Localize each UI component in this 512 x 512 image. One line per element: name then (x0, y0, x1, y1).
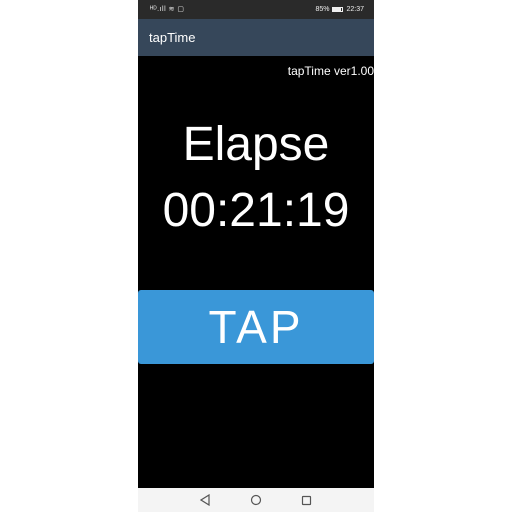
home-icon[interactable] (248, 492, 264, 508)
version-label: tapTime ver1.00 (287, 64, 374, 78)
phone-screen: ᴴᴰ.ıll ≋ ▢ 85% 22:37 tapTime tapTime ver… (138, 0, 374, 512)
status-right: 85% 22:37 (315, 0, 364, 19)
tap-button[interactable]: TAP (138, 290, 374, 364)
status-time: 22:37 (346, 6, 364, 13)
battery-icon (332, 7, 344, 12)
signal-wifi-icons: ᴴᴰ.ıll ≋ ▢ (150, 6, 185, 13)
app-title: tapTime (149, 30, 196, 45)
battery-percent: 85% (315, 6, 330, 13)
navigation-bar (138, 488, 374, 512)
back-icon[interactable] (197, 492, 213, 508)
elapse-label: Elapse (182, 118, 330, 171)
status-bar: ᴴᴰ.ıll ≋ ▢ 85% 22:37 (138, 0, 374, 19)
app-bar: tapTime (138, 19, 374, 56)
elapse-time: 00:21:19 (162, 184, 350, 237)
recents-icon[interactable] (298, 492, 314, 508)
